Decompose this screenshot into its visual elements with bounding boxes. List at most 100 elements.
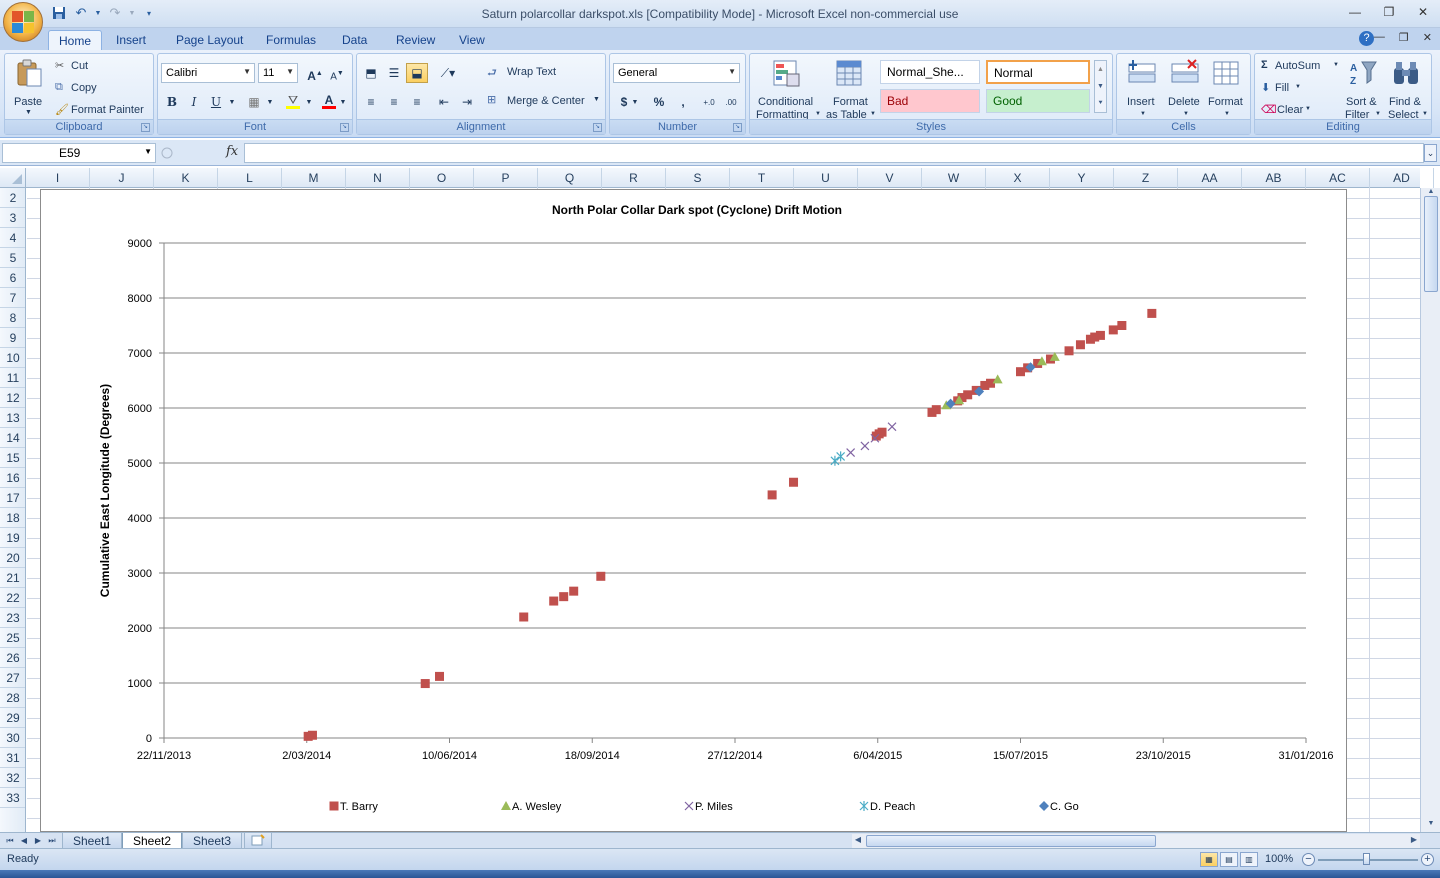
paste-button[interactable]: Paste ▼ <box>9 56 49 118</box>
row-header[interactable]: 23 <box>0 608 25 628</box>
format-cells-button[interactable]: Format ▼ <box>1206 56 1248 120</box>
column-header[interactable]: AC <box>1306 168 1370 188</box>
row-header[interactable]: 17 <box>0 488 25 508</box>
row-header[interactable]: 19 <box>0 528 25 548</box>
styles-scroll-up-icon[interactable]: ▲ <box>1095 61 1106 78</box>
prev-sheet-icon[interactable]: ◀ <box>18 834 30 848</box>
next-sheet-icon[interactable]: ▶ <box>32 834 44 848</box>
column-header[interactable]: R <box>602 168 666 188</box>
column-header[interactable]: S <box>666 168 730 188</box>
currency-dropdown-icon[interactable]: ▼ <box>630 92 640 112</box>
column-header[interactable]: P <box>474 168 538 188</box>
page-layout-view-icon[interactable]: ▤ <box>1220 852 1238 867</box>
comma-style-icon[interactable]: , <box>672 92 694 112</box>
row-header[interactable]: 26 <box>0 648 25 668</box>
row-header[interactable]: 25 <box>0 628 25 648</box>
restore-icon[interactable]: ❐ <box>1380 3 1398 21</box>
doc-restore-icon[interactable]: ❐ <box>1399 31 1409 44</box>
close-icon[interactable]: ✕ <box>1414 3 1432 21</box>
row-header[interactable]: 20 <box>0 548 25 568</box>
styles-gallery-scroll[interactable]: ▲ ▼ ⯆ <box>1094 60 1107 113</box>
column-header[interactable]: V <box>858 168 922 188</box>
column-header[interactable]: J <box>90 168 154 188</box>
scroll-left-icon[interactable]: ◀ <box>852 835 864 847</box>
column-header[interactable]: L <box>218 168 282 188</box>
font-size-combo[interactable]: 11 ▼ <box>258 63 298 83</box>
tab-review[interactable]: Review <box>386 30 445 50</box>
merge-center-button[interactable]: ⊞ Merge & Center ▼ <box>487 93 603 111</box>
bottom-align-icon[interactable]: ⬓ <box>406 63 428 83</box>
last-sheet-icon[interactable]: ⏭ <box>46 834 58 848</box>
doc-minimize-icon[interactable]: — <box>1374 31 1385 44</box>
row-header[interactable]: 8 <box>0 308 25 328</box>
row-header[interactable]: 21 <box>0 568 25 588</box>
page-break-view-icon[interactable]: ▥ <box>1240 852 1258 867</box>
conditional-formatting-button[interactable]: Conditional Formatting ▼ <box>753 56 821 121</box>
grow-font-icon[interactable]: A▲ <box>304 63 326 83</box>
column-header[interactable]: Z <box>1114 168 1178 188</box>
row-header[interactable]: 32 <box>0 768 25 788</box>
help-icon[interactable]: ? <box>1359 31 1374 46</box>
font-color-dropdown-icon[interactable]: ▼ <box>338 92 348 112</box>
style-normal[interactable]: Normal <box>986 60 1090 84</box>
horizontal-scrollbar[interactable]: ◀ ▶ <box>852 834 1420 848</box>
increase-indent-icon[interactable]: ⇥ <box>456 92 478 112</box>
row-header[interactable]: 33 <box>0 788 25 808</box>
autosum-button[interactable]: Σ AutoSum ▼ <box>1259 59 1341 75</box>
top-align-icon[interactable]: ⬒ <box>360 63 382 83</box>
column-header[interactable]: Y <box>1050 168 1114 188</box>
name-box[interactable]: E59 ▼ <box>2 143 156 163</box>
styles-more-icon[interactable]: ⯆ <box>1095 95 1106 112</box>
styles-scroll-down-icon[interactable]: ▼ <box>1095 78 1106 95</box>
scroll-down-icon[interactable]: ▼ <box>1424 820 1438 830</box>
row-header[interactable]: 27 <box>0 668 25 688</box>
format-as-table-button[interactable]: Format as Table ▼ <box>824 56 876 121</box>
decrease-decimal-icon[interactable]: .00 <box>720 92 742 112</box>
fill-button[interactable]: ⬇ Fill ▼ <box>1259 81 1319 97</box>
row-header[interactable]: 31 <box>0 748 25 768</box>
column-header[interactable]: X <box>986 168 1050 188</box>
column-header[interactable]: O <box>410 168 474 188</box>
doc-close-icon[interactable]: ✕ <box>1423 31 1432 44</box>
borders-dropdown-icon[interactable]: ▼ <box>265 92 275 112</box>
office-button[interactable] <box>3 2 43 42</box>
borders-icon[interactable]: ▦ <box>243 92 265 112</box>
row-header[interactable]: 28 <box>0 688 25 708</box>
row-header[interactable]: 15 <box>0 448 25 468</box>
align-left-icon[interactable]: ≡ <box>360 92 382 112</box>
row-header[interactable]: 5 <box>0 248 25 268</box>
normal-view-icon[interactable]: ▦ <box>1200 852 1218 867</box>
shrink-font-icon[interactable]: A▼ <box>326 63 348 83</box>
column-header[interactable]: T <box>730 168 794 188</box>
underline-dropdown-icon[interactable]: ▼ <box>227 92 237 112</box>
column-header[interactable]: N <box>346 168 410 188</box>
column-header[interactable]: AB <box>1242 168 1306 188</box>
copy-button[interactable]: ⧉ Copy <box>53 81 148 97</box>
insert-sheet-icon[interactable] <box>244 833 272 849</box>
formula-input[interactable] <box>244 143 1424 163</box>
clear-button[interactable]: ⌫ Clear ▼ <box>1259 103 1319 119</box>
select-all-corner[interactable] <box>0 168 26 188</box>
column-header[interactable]: AA <box>1178 168 1242 188</box>
row-header[interactable]: 10 <box>0 348 25 368</box>
clipboard-launcher-icon[interactable]: ↘ <box>141 123 150 132</box>
zoom-slider-thumb[interactable] <box>1363 853 1370 865</box>
zoom-out-icon[interactable]: − <box>1302 853 1315 866</box>
fill-color-dropdown-icon[interactable]: ▼ <box>304 92 314 112</box>
fill-color-icon[interactable]: ⛛ <box>282 92 304 112</box>
zoom-level[interactable]: 100% <box>1265 853 1293 865</box>
vertical-scrollbar[interactable]: ▲ ▼ <box>1420 188 1440 832</box>
style-bad[interactable]: Bad <box>880 89 980 113</box>
row-header[interactable]: 14 <box>0 428 25 448</box>
underline-button[interactable]: U <box>205 92 227 112</box>
tab-insert[interactable]: Insert <box>106 30 156 50</box>
insert-cells-button[interactable]: Insert ▼ <box>1121 56 1163 120</box>
column-header[interactable]: I <box>26 168 90 188</box>
increase-decimal-icon[interactable]: +.0 <box>698 92 720 112</box>
orientation-icon[interactable]: ⟋▾ <box>433 63 463 83</box>
horizontal-scroll-thumb[interactable] <box>866 835 1156 847</box>
column-header[interactable]: U <box>794 168 858 188</box>
insert-function-icon[interactable]: fx <box>226 144 238 159</box>
row-header[interactable]: 13 <box>0 408 25 428</box>
row-header[interactable]: 7 <box>0 288 25 308</box>
